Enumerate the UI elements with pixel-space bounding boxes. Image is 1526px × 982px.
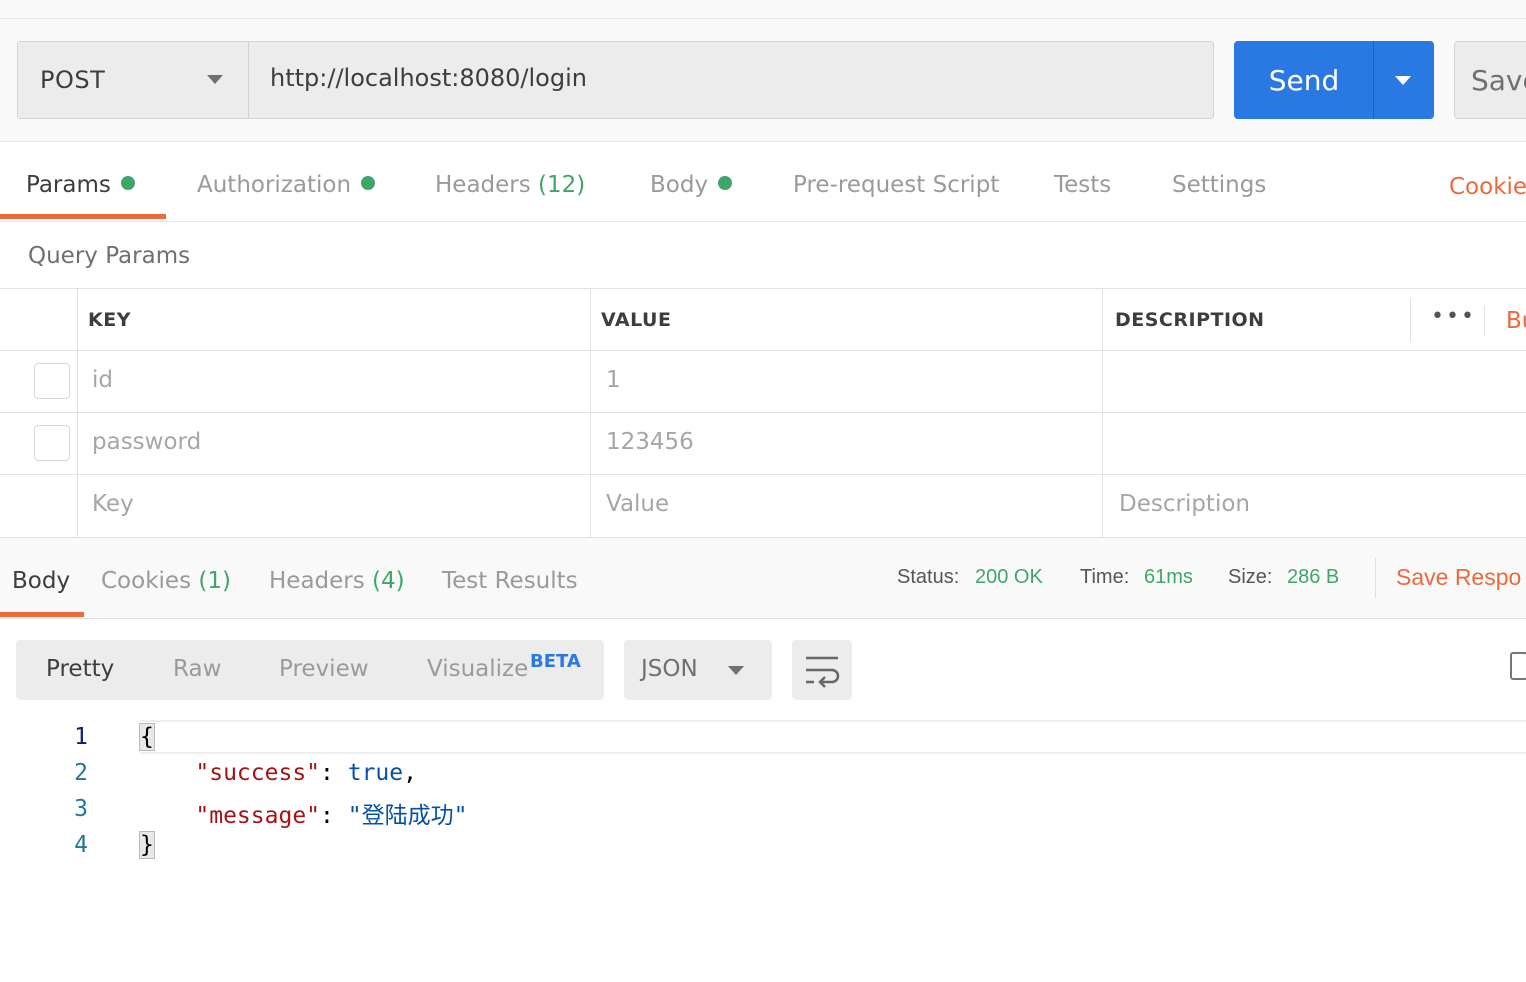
cookies-link[interactable]: Cookie	[1449, 174, 1526, 200]
view-raw[interactable]: Raw	[173, 656, 221, 682]
json-key: "message"	[195, 803, 321, 829]
time-value: 61ms	[1144, 566, 1193, 588]
tab-count: (12)	[538, 172, 586, 198]
more-options-icon[interactable]: •••	[1431, 304, 1476, 329]
status-dot-icon	[120, 176, 135, 190]
json-key: "success"	[195, 760, 321, 786]
tab-authorization[interactable]: Authorization	[197, 172, 376, 198]
active-tab-indicator	[0, 612, 84, 617]
new-description-input[interactable]: Description	[1119, 491, 1250, 517]
view-pretty[interactable]: Pretty	[46, 656, 114, 682]
bulk-edit-link[interactable]: Bu	[1506, 308, 1526, 334]
column-header-key: KEY	[88, 309, 131, 331]
line-number: 4	[74, 832, 88, 858]
tab-label: Headers	[435, 172, 531, 198]
divider	[0, 18, 1526, 19]
line-number: 2	[74, 760, 88, 786]
table-border	[77, 288, 78, 537]
editor-active-line	[140, 752, 1526, 754]
tab-label: Params	[26, 172, 111, 198]
tab-settings[interactable]: Settings	[1172, 172, 1266, 198]
table-border	[0, 412, 1526, 413]
param-key[interactable]: id	[92, 367, 113, 393]
divider	[0, 221, 1526, 222]
tab-label: Cookies	[101, 568, 192, 594]
response-tab-body[interactable]: Body	[12, 568, 70, 594]
code-line: }	[139, 831, 155, 859]
column-header-description: DESCRIPTION	[1115, 309, 1265, 331]
row-checkbox[interactable]	[34, 363, 70, 399]
tab-tests[interactable]: Tests	[1054, 172, 1111, 198]
table-border	[1410, 298, 1411, 342]
response-tab-test-results[interactable]: Test Results	[442, 568, 578, 594]
table-border	[0, 288, 1526, 289]
query-params-title: Query Params	[28, 243, 191, 269]
table-border	[1102, 288, 1103, 537]
code-line: {	[139, 723, 155, 751]
chevron-down-icon	[207, 75, 223, 84]
view-preview[interactable]: Preview	[279, 656, 369, 682]
status-label: Status:	[897, 566, 960, 588]
table-border	[0, 350, 1526, 351]
new-value-input[interactable]: Value	[606, 491, 669, 517]
json-value: true	[347, 760, 404, 786]
chevron-down-icon	[1395, 76, 1411, 85]
tab-count: (1)	[198, 568, 231, 594]
status-value: 200 OK	[975, 566, 1043, 588]
tab-pre-request-script[interactable]: Pre-request Script	[793, 172, 999, 198]
editor-border	[140, 720, 1526, 722]
table-border	[0, 474, 1526, 475]
active-tab-indicator	[0, 214, 166, 219]
size-value: 286 B	[1287, 566, 1340, 588]
line-number: 3	[74, 796, 88, 822]
code-line: "message": "登陆成功"	[195, 803, 468, 829]
tab-body[interactable]: Body	[650, 172, 733, 198]
tab-count: (4)	[372, 568, 405, 594]
method-label: POST	[40, 66, 106, 94]
table-border	[1484, 306, 1485, 336]
table-border	[590, 288, 591, 537]
new-key-input[interactable]: Key	[92, 491, 134, 517]
status-dot-icon	[361, 176, 376, 190]
tab-params[interactable]: Params	[26, 172, 135, 198]
divider	[1375, 558, 1376, 598]
tab-label: Body	[650, 172, 709, 198]
format-label: JSON	[641, 656, 698, 682]
save-response-button[interactable]: Save Respo	[1396, 564, 1521, 591]
param-value[interactable]: 1	[606, 367, 621, 393]
chevron-down-icon	[728, 666, 744, 675]
tab-label: Authorization	[197, 172, 352, 198]
tab-headers[interactable]: Headers (12)	[435, 172, 585, 198]
time-label: Time:	[1080, 566, 1130, 588]
status-dot-icon	[718, 176, 733, 190]
response-tab-cookies[interactable]: Cookies (1)	[101, 568, 231, 594]
copy-icon[interactable]	[1510, 652, 1526, 680]
view-visualize[interactable]: Visualize	[427, 656, 528, 682]
json-brace: {	[139, 723, 155, 751]
line-number: 1	[74, 724, 88, 750]
json-brace: }	[139, 831, 155, 859]
url-value: http://localhost:8080/login	[270, 64, 587, 92]
wrap-icon	[806, 656, 840, 688]
row-checkbox[interactable]	[34, 425, 70, 461]
send-button[interactable]: Send	[1234, 41, 1374, 119]
tab-label: Headers	[269, 568, 365, 594]
save-label: Save	[1471, 64, 1526, 97]
param-key[interactable]: password	[92, 429, 201, 455]
beta-badge: BETA	[530, 651, 581, 672]
wrap-lines-button[interactable]	[792, 640, 852, 700]
json-value: "登陆成功"	[347, 803, 468, 829]
param-value[interactable]: 123456	[606, 429, 694, 455]
response-tab-headers[interactable]: Headers (4)	[269, 568, 405, 594]
size-label: Size:	[1228, 566, 1273, 588]
code-line: "success": true,	[195, 760, 417, 786]
column-header-value: VALUE	[601, 309, 672, 331]
